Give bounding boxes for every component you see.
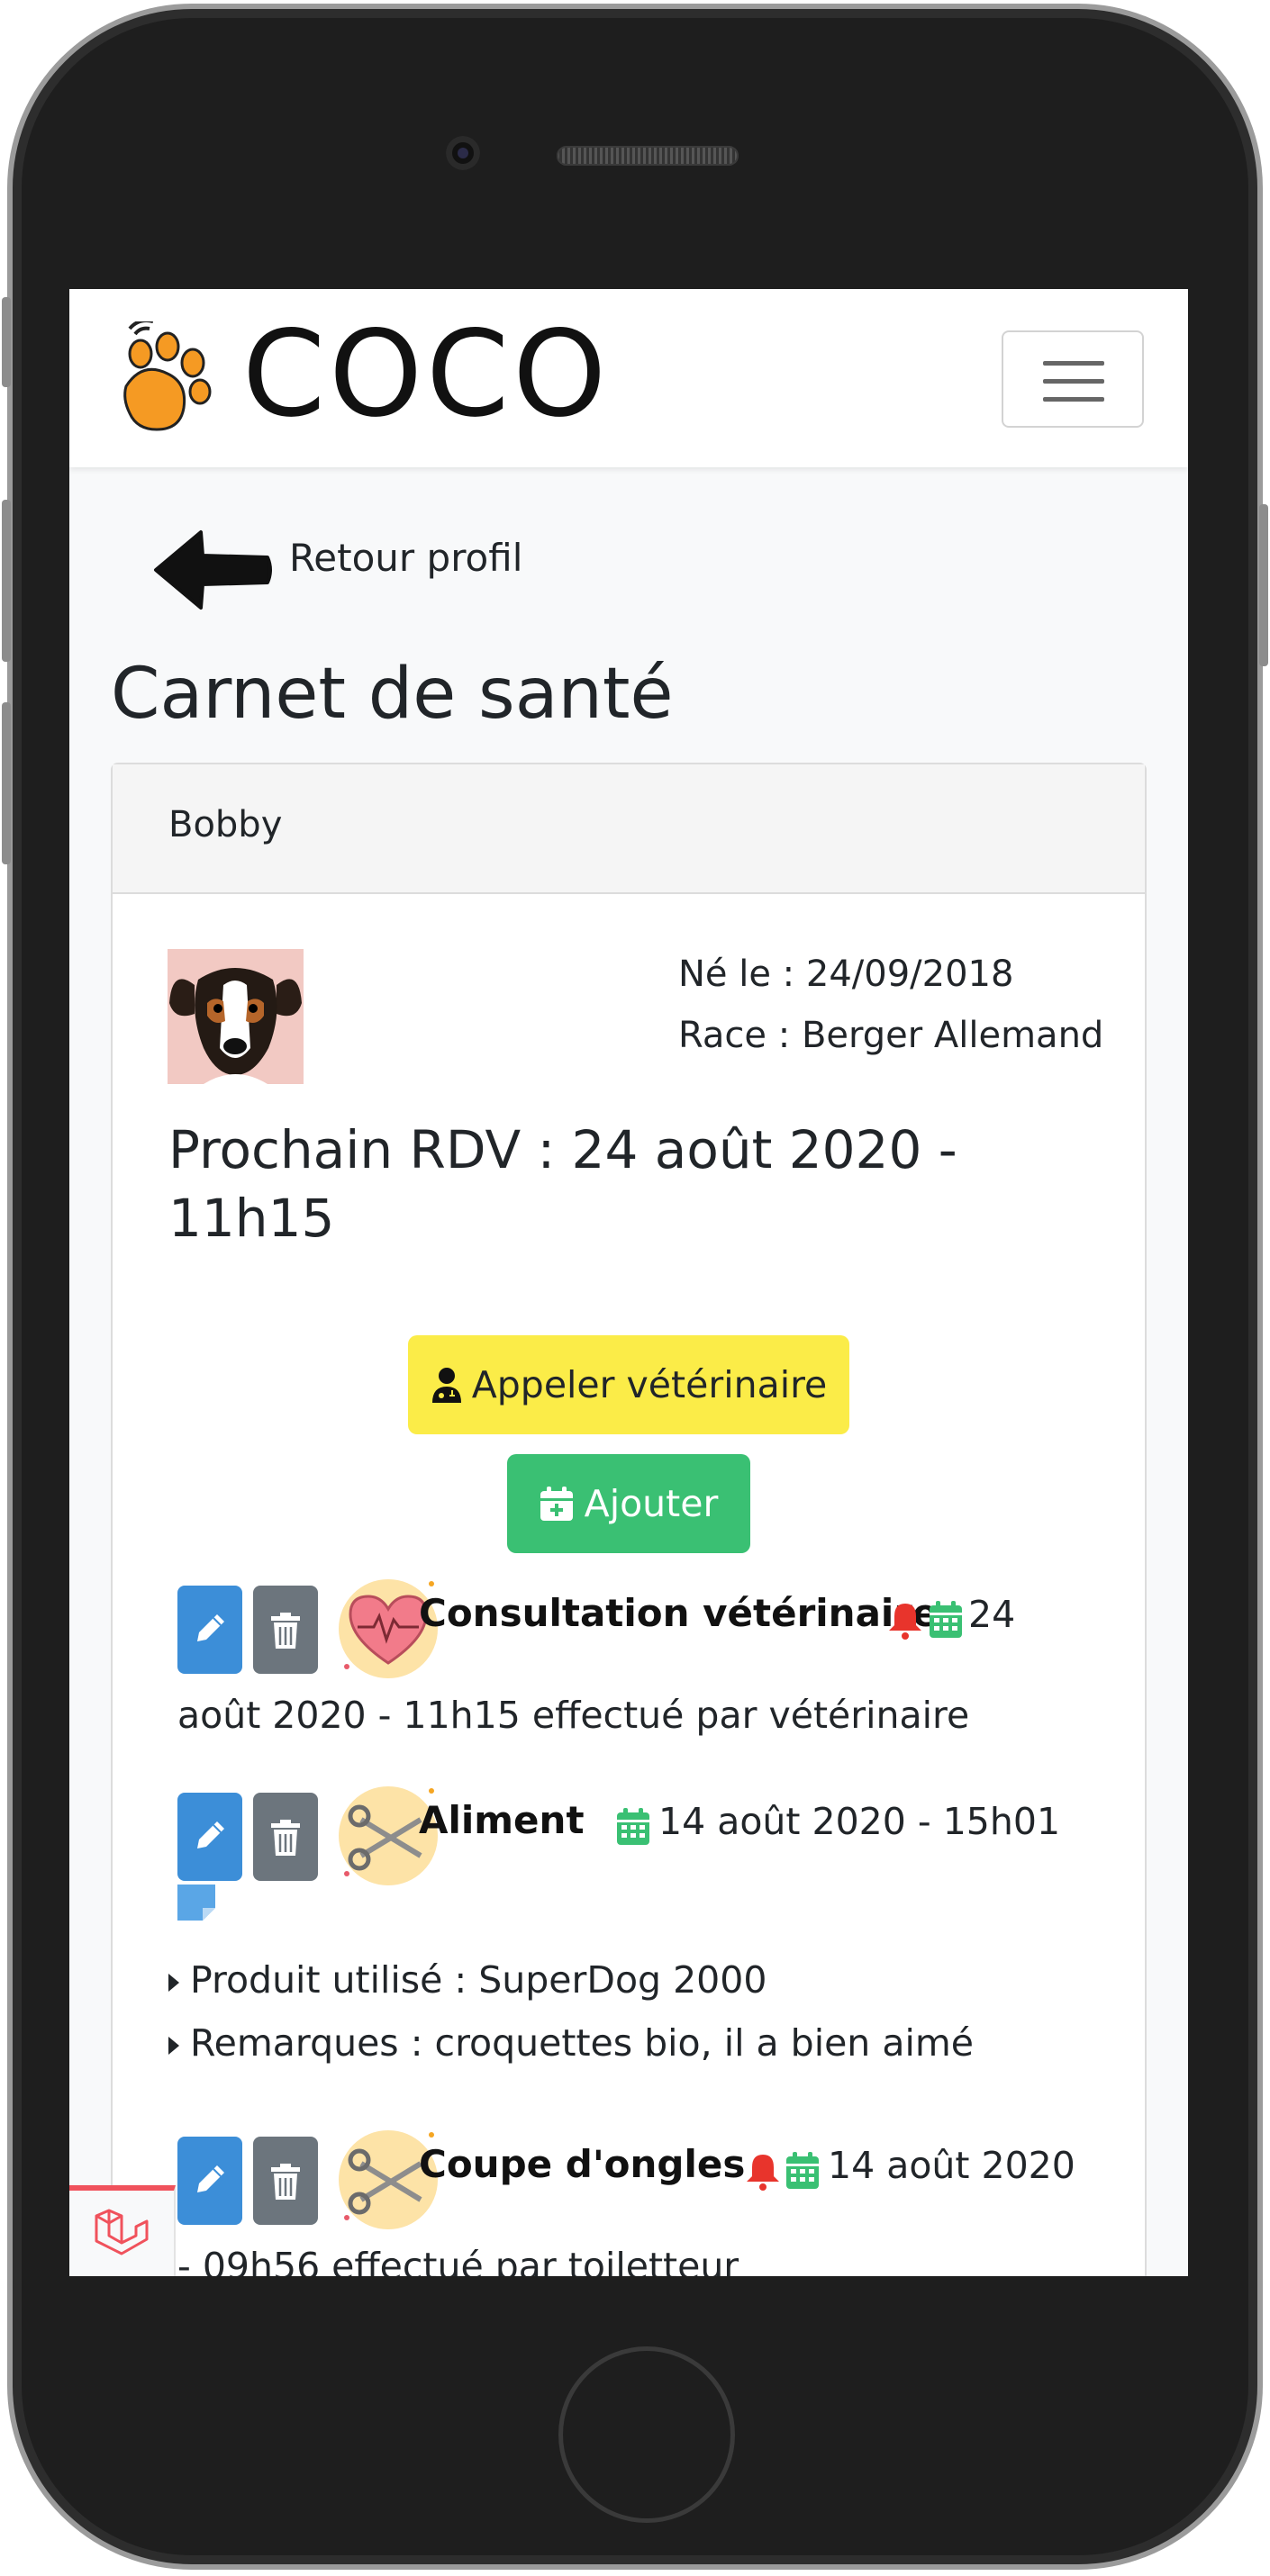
sticky-note-icon[interactable]	[177, 1885, 215, 1921]
detail-product-text: Produit utilisé : SuperDog 2000	[190, 1958, 767, 2002]
breed-line: Race : Berger Allemand	[678, 1015, 1103, 1056]
delete-button[interactable]	[253, 1586, 318, 1674]
event-title: Coupe d'ongles	[419, 2142, 746, 2186]
mute-switch	[2, 297, 11, 387]
calendar-icon	[617, 1808, 649, 1845]
top-navbar: COCO	[69, 289, 1188, 467]
hamburger-line	[1043, 397, 1104, 402]
back-link-label[interactable]: Retour profil	[289, 536, 522, 580]
caret-right-icon	[168, 2037, 179, 2055]
edit-button[interactable]	[177, 1586, 242, 1674]
event-date-continued: - 09h56 effectué par toiletteur	[177, 2245, 739, 2276]
event-date-continued: août 2020 - 11h15 effectué par vétérinai…	[177, 1694, 970, 1737]
birth-date-line: Né le : 24/09/2018	[678, 954, 1013, 995]
caret-right-icon	[168, 1974, 179, 1992]
detail-remarks-text: Remarques : croquettes bio, il a bien ai…	[190, 2021, 975, 2065]
front-camera	[446, 136, 480, 170]
call-vet-label: Appeler vétérinaire	[471, 1363, 828, 1406]
edit-button[interactable]	[177, 2137, 242, 2225]
trash-icon	[271, 2164, 300, 2200]
breed-label: Race :	[678, 1015, 791, 1056]
event-date: 14 août 2020 - 15h01	[658, 1800, 1061, 1843]
pet-name: Bobby	[168, 804, 283, 845]
event-title: Consultation vétérinaire	[419, 1591, 939, 1635]
detail-remarks: Remarques : croquettes bio, il a bien ai…	[168, 2021, 974, 2065]
user-doctor-icon	[431, 1368, 461, 1403]
hamburger-icon	[1043, 361, 1104, 366]
delete-button[interactable]	[253, 1793, 318, 1881]
edit-button[interactable]	[177, 1793, 242, 1881]
brand-name[interactable]: COCO	[242, 307, 610, 442]
calendar-icon	[930, 1601, 962, 1638]
pencil-icon	[197, 2165, 224, 2192]
trash-icon	[271, 1613, 300, 1649]
birth-label: Né le :	[678, 954, 795, 995]
volume-down-button	[2, 702, 11, 864]
paw-logo-icon[interactable]	[110, 321, 216, 435]
pet-photo	[168, 949, 304, 1084]
add-label: Ajouter	[584, 1482, 719, 1525]
hamburger-line	[1043, 379, 1104, 384]
add-event-button[interactable]: Ajouter	[507, 1454, 750, 1553]
health-record-card: Bobby Né le : 24/09/2018 Race : Berger A…	[111, 763, 1147, 2276]
laravel-logo-icon	[95, 2209, 149, 2255]
earpiece-speaker	[557, 146, 739, 166]
call-vet-button[interactable]: Appeler vétérinaire	[408, 1335, 849, 1434]
breed-value: Berger Allemand	[801, 1015, 1104, 1056]
trash-icon	[271, 1820, 300, 1856]
next-appointment: Prochain RDV : 24 août 2020 - 11h15	[168, 1119, 957, 1249]
pencil-icon	[197, 1821, 224, 1848]
event-date: 24	[968, 1593, 1016, 1636]
bell-icon	[747, 2155, 779, 2191]
event-title: Aliment	[419, 1798, 585, 1842]
laravel-debugbar-tab[interactable]	[69, 2185, 176, 2276]
app-screen: COCO Retour profil Carnet de santé Bobby	[69, 289, 1188, 2276]
navbar-toggler-button[interactable]	[1002, 330, 1144, 428]
calendar-plus-icon	[540, 1487, 573, 1521]
calendar-icon	[786, 2152, 819, 2189]
bell-icon	[889, 1604, 921, 1640]
event-date: 14 août 2020	[828, 2144, 1075, 2187]
arrow-left-icon	[154, 530, 272, 610]
birth-date: 24/09/2018	[805, 954, 1014, 995]
pencil-icon	[197, 1614, 224, 1641]
page-title: Carnet de santé	[111, 654, 674, 735]
delete-button[interactable]	[253, 2137, 318, 2225]
power-button	[1259, 504, 1268, 666]
detail-product: Produit utilisé : SuperDog 2000	[168, 1958, 767, 2002]
card-header: Bobby	[113, 764, 1145, 894]
home-button[interactable]	[558, 2346, 735, 2523]
volume-up-button	[2, 500, 11, 662]
